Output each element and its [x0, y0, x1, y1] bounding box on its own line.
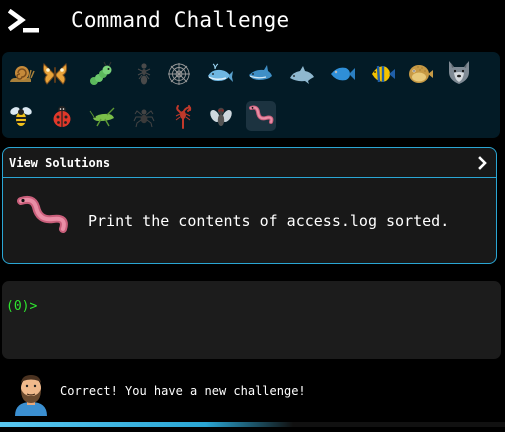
butterfly-icon[interactable]: [40, 59, 70, 89]
shark-icon[interactable]: [245, 59, 275, 89]
worm-icon: [17, 195, 68, 233]
spider-icon[interactable]: [129, 101, 159, 131]
scorpion-icon[interactable]: [168, 101, 198, 131]
header: Command Challenge: [0, 0, 505, 46]
caterpillar-icon[interactable]: [86, 59, 116, 89]
view-solutions-toggle[interactable]: View Solutions: [3, 148, 496, 178]
status-message: Correct! You have a new challenge!: [60, 384, 306, 398]
tropical-fish-icon[interactable]: [367, 59, 397, 89]
terminal-prompt: (0)>: [6, 299, 38, 314]
snail-icon[interactable]: [6, 59, 36, 89]
chevron-right-icon[interactable]: [478, 156, 488, 170]
challenge-card: View Solutions Print the contents of acc…: [2, 147, 497, 264]
cricket-icon[interactable]: [88, 101, 118, 131]
ladybug-icon[interactable]: [47, 101, 77, 131]
fish-icon[interactable]: [327, 59, 357, 89]
view-solutions-label[interactable]: View Solutions: [9, 156, 110, 170]
ant-icon[interactable]: [129, 59, 159, 89]
challenge-prompt: Print the contents of access.log sorted.: [88, 212, 450, 230]
bee-icon[interactable]: [6, 101, 36, 131]
page-title: Command Challenge: [71, 8, 290, 32]
dolphin-icon[interactable]: [287, 59, 317, 89]
spider-web-icon[interactable]: [164, 59, 194, 89]
challenge-tray: [2, 52, 500, 138]
command-challenge-page: Command Challenge View Solutions Print t…: [0, 0, 505, 432]
status-bar: Correct! You have a new challenge!: [0, 366, 505, 432]
blowfish-icon[interactable]: [405, 59, 435, 89]
fly-icon[interactable]: [206, 101, 236, 131]
whale-icon[interactable]: [205, 59, 235, 89]
progress-bar: [0, 422, 505, 427]
terminal-input-area[interactable]: (0)>: [2, 281, 501, 359]
wolf-icon[interactable]: [444, 57, 474, 87]
terminal-prompt-icon: [8, 8, 39, 33]
bearded-man-avatar: [15, 375, 47, 416]
progress-fill: [0, 422, 293, 427]
worm-icon[interactable]: [246, 101, 276, 131]
